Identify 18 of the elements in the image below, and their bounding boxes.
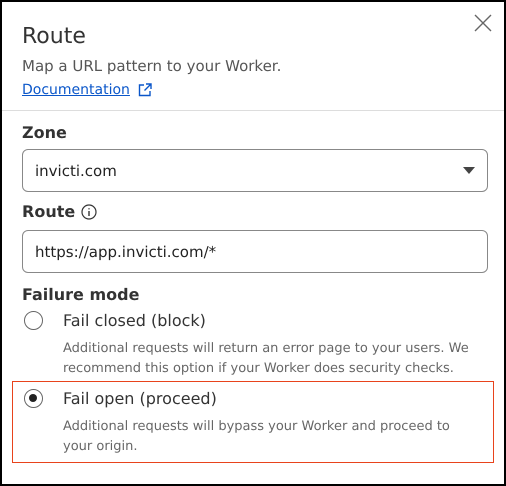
panel-subtitle: Map a URL pattern to your Worker. bbox=[22, 56, 282, 76]
radio-button[interactable] bbox=[24, 388, 43, 408]
external-link-icon[interactable] bbox=[138, 83, 152, 97]
option-description: Additional requests will return an error page to your users. We recommend this option if your Worker does security checks. bbox=[63, 340, 470, 378]
field-label: Zone bbox=[22, 122, 68, 144]
field-label: Failure mode bbox=[22, 284, 140, 306]
radio-button[interactable] bbox=[24, 310, 43, 330]
option-description: Additional requests will bypass your Worker and proceed to your origin. bbox=[63, 418, 451, 456]
panel-title: Route bbox=[22, 23, 87, 51]
caret-icon bbox=[463, 167, 475, 174]
option-label: Fail open (proceed) bbox=[63, 388, 217, 408]
info-icon[interactable] bbox=[81, 204, 98, 220]
close-button[interactable] bbox=[474, 14, 492, 32]
route-input[interactable]: https://app.invicti.com/* bbox=[22, 230, 488, 273]
documentation-link[interactable]: Documentation bbox=[22, 80, 130, 100]
zone-dropdown[interactable]: invicti.com bbox=[22, 149, 488, 192]
field-label: Route bbox=[22, 201, 76, 223]
option-label: Fail closed (block) bbox=[63, 310, 206, 330]
